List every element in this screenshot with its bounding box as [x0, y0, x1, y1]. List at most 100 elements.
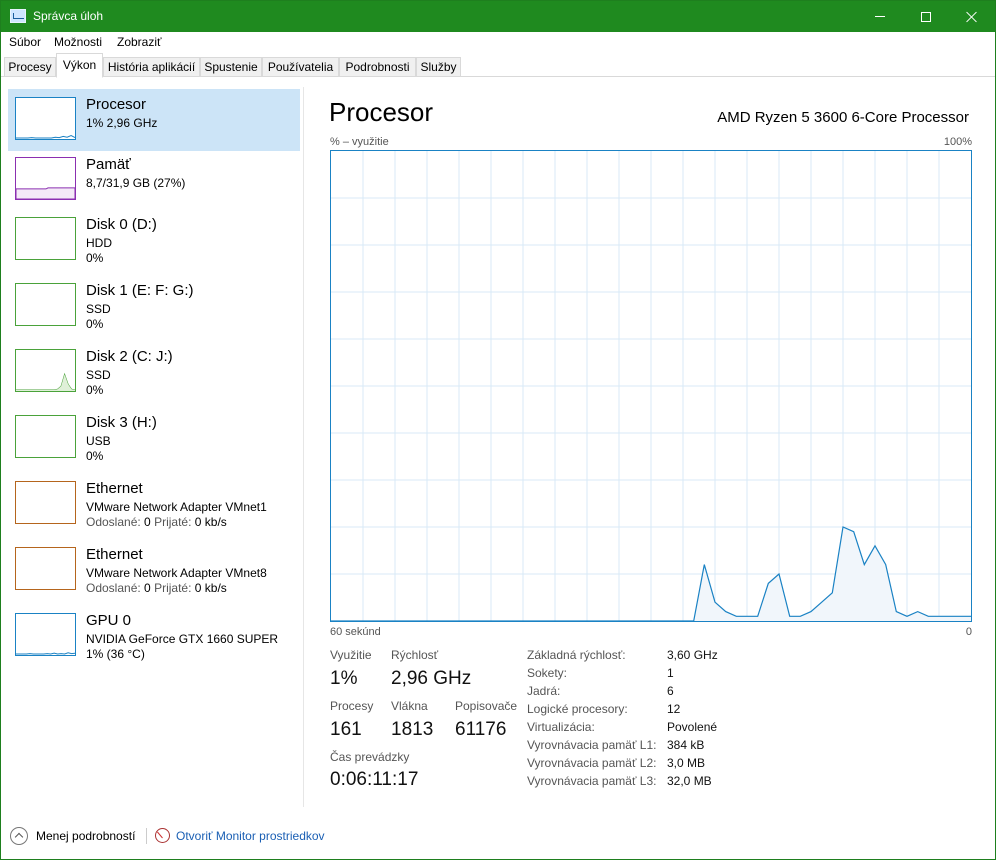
resource-disk-3[interactable]: Disk 3 (H:) USB 0% [8, 407, 300, 469]
utilization-label: Využitie [330, 648, 372, 662]
utilization-value: 1% [330, 668, 358, 689]
y-axis-max: 100% [943, 136, 972, 148]
handles-value: 61176 [455, 719, 507, 740]
sent-label: Odoslané: [86, 515, 141, 529]
resource-gpu-0[interactable]: GPU 0 NVIDIA GeForce GTX 1660 SUPER 1% (… [8, 605, 300, 667]
thumbnail-history-area [16, 374, 75, 391]
resource-list: Procesor 1% 2,96 GHz Pamäť 8,7/31,9 GB (… [1, 77, 303, 807]
sockets-label: Sokety: [527, 666, 568, 680]
memory-thumbnail [15, 157, 76, 200]
threads-label: Vlákna [391, 699, 428, 713]
resource-value: 0% [86, 449, 104, 463]
minimize-icon [875, 16, 885, 17]
resource-ethernet-2[interactable]: Ethernet VMware Network Adapter VMnet8 O… [8, 539, 300, 601]
maximize-icon [921, 11, 931, 22]
network-throughput: Odoslané: 0 Prijaté: 0 kb/s [86, 581, 227, 595]
resource-monitor-icon [155, 828, 170, 843]
uptime-value: 0:06:11:17 [330, 769, 419, 790]
cpu-utilization-chart [330, 150, 972, 622]
adapter-name: VMware Network Adapter VMnet1 [86, 500, 267, 514]
cpu-thumbnail [15, 97, 76, 140]
received-value: 0 kb/s [194, 515, 227, 529]
speed-label: Rýchlosť [391, 648, 439, 662]
cores-label: Jadrá: [527, 684, 561, 698]
fewer-details-button[interactable]: Menej podrobností [36, 829, 135, 843]
menu-options[interactable]: Možnosti [54, 35, 102, 49]
tab-processes[interactable]: Procesy [4, 57, 56, 77]
received-label: Prijaté: [154, 515, 192, 529]
sent-value: 0 [144, 515, 151, 529]
adapter-name: VMware Network Adapter VMnet8 [86, 566, 267, 580]
memory-usage-fill [16, 187, 75, 199]
tab-startup[interactable]: Spustenie [200, 57, 262, 77]
detail-title: Procesor [329, 97, 434, 127]
disk-2-thumbnail [15, 349, 76, 392]
resource-name: Disk 0 (D:) [86, 216, 157, 233]
logical-processors-value: 12 [667, 702, 681, 716]
resource-disk-0[interactable]: Disk 0 (D:) HDD 0% [8, 209, 300, 271]
resource-cpu[interactable]: Procesor 1% 2,96 GHz [8, 89, 300, 151]
gpu-thumbnail [15, 613, 76, 656]
panel-divider [303, 87, 304, 807]
virtualization-label: Virtualizácia: [527, 720, 595, 734]
x-axis-right-label: 0 [965, 626, 972, 638]
tab-performance[interactable]: Výkon [56, 53, 103, 78]
x-axis-left-label: 60 sekúnd [330, 626, 381, 638]
received-label: Prijaté: [154, 581, 192, 595]
sockets-value: 1 [667, 666, 674, 680]
close-icon [966, 11, 978, 23]
resource-disk-1[interactable]: Disk 1 (E: F: G:) SSD 0% [8, 275, 300, 337]
base-speed-label: Základná rýchlosť: [527, 648, 626, 662]
resource-disk-2[interactable]: Disk 2 (C: J:) SSD 0% [8, 341, 300, 403]
resource-value: 1% (36 °C) [86, 647, 145, 661]
l3-cache-label: Vyrovnávacia pamäť L3: [527, 774, 657, 788]
menu-bar: Súbor Možnosti Zobraziť [1, 32, 995, 52]
resource-memory[interactable]: Pamäť 8,7/31,9 GB (27%) [8, 149, 300, 211]
processes-label: Procesy [330, 699, 374, 713]
l3-cache-value: 32,0 MB [667, 774, 712, 788]
sent-value: 0 [144, 581, 151, 595]
l2-cache-label: Vyrovnávacia pamäť L2: [527, 756, 657, 770]
disk-1-thumbnail [15, 283, 76, 326]
title-bar: Správca úloh [1, 1, 995, 32]
resource-name: Disk 1 (E: F: G:) [86, 282, 194, 299]
menu-view[interactable]: Zobraziť [117, 35, 162, 49]
tab-details[interactable]: Podrobnosti [339, 57, 416, 77]
logical-processors-label: Logické procesory: [527, 702, 628, 716]
tab-app-history[interactable]: História aplikácií [103, 57, 200, 77]
resource-name: Ethernet [86, 480, 143, 497]
menu-file[interactable]: Súbor [9, 35, 41, 49]
virtualization-value: Povolené [667, 720, 718, 734]
cpu-utilization-plot [331, 151, 971, 621]
handles-label: Popisovače [455, 699, 518, 713]
uptime-label: Čas prevádzky [330, 750, 410, 764]
resource-value: 0% [86, 251, 104, 265]
tab-services[interactable]: Služby [416, 57, 461, 77]
window-title: Správca úloh [33, 9, 104, 23]
tab-strip: Procesy Výkon História aplikácií Spusten… [1, 53, 995, 78]
footer-separator [146, 828, 147, 844]
resource-name: Disk 2 (C: J:) [86, 348, 173, 365]
resource-value: 0% [86, 383, 104, 397]
chevron-up-icon[interactable] [10, 827, 28, 845]
thumbnail-history-line [16, 134, 75, 139]
y-axis-label: % – využitie [330, 136, 389, 148]
open-resource-monitor-link[interactable]: Otvoriť Monitor prostriedkov [176, 829, 325, 843]
resource-value: 0% [86, 317, 104, 331]
close-button[interactable] [949, 1, 995, 32]
tab-users[interactable]: Používatelia [262, 57, 339, 77]
ethernet-1-thumbnail [15, 481, 76, 524]
threads-value: 1813 [391, 719, 434, 740]
task-manager-icon [10, 9, 26, 23]
minimize-button[interactable] [857, 1, 903, 32]
l1-cache-label: Vyrovnávacia pamäť L1: [527, 738, 657, 752]
l2-cache-value: 3,0 MB [667, 756, 706, 770]
disk-3-thumbnail [15, 415, 76, 458]
disk-0-thumbnail [15, 217, 76, 260]
resource-ethernet-1[interactable]: Ethernet VMware Network Adapter VMnet1 O… [8, 473, 300, 535]
gpu-model: NVIDIA GeForce GTX 1660 SUPER [86, 632, 279, 646]
ethernet-2-thumbnail [15, 547, 76, 590]
resource-type: USB [86, 434, 111, 448]
received-value: 0 kb/s [194, 581, 227, 595]
maximize-button[interactable] [903, 1, 949, 32]
